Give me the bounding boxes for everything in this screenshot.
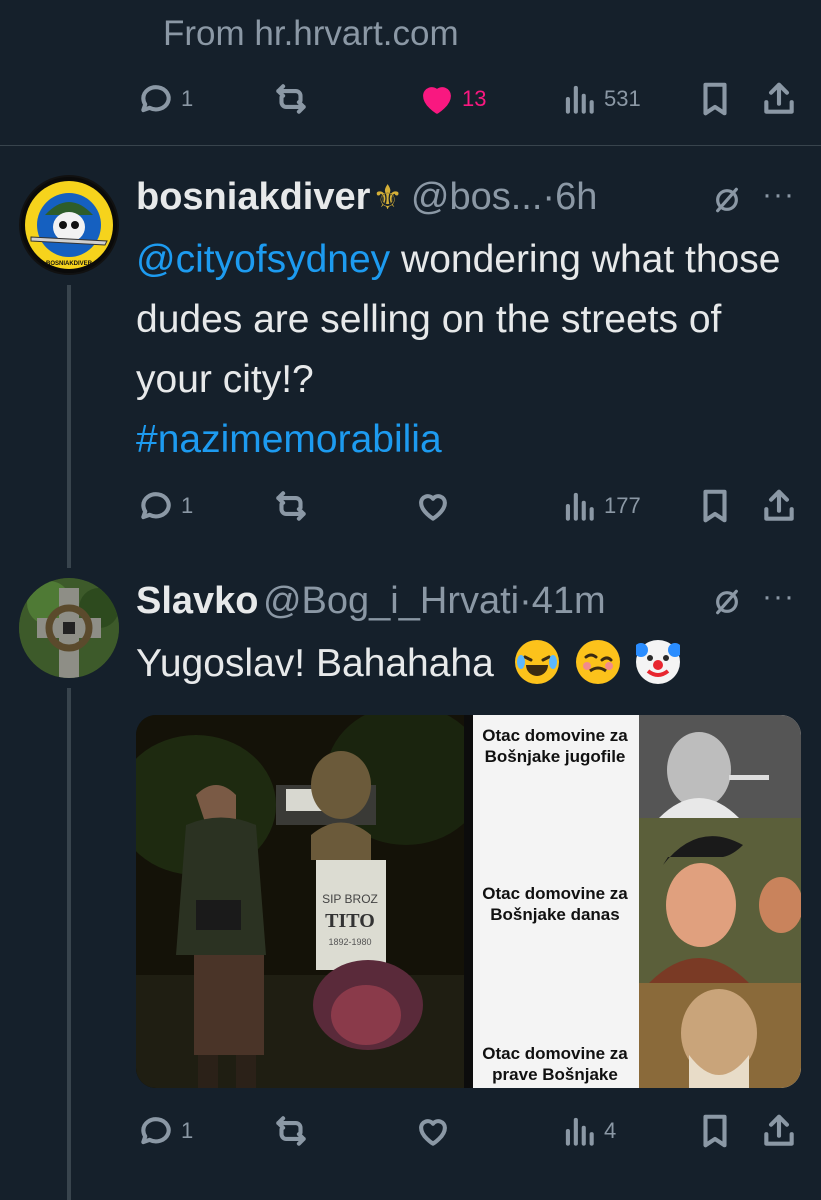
bookmark-icon bbox=[703, 489, 727, 523]
reply-button[interactable]: 1 bbox=[137, 80, 193, 118]
mention-link[interactable]: @cityofsydney bbox=[136, 238, 390, 281]
share-icon bbox=[764, 1114, 794, 1146]
bosniakdiver-avatar[interactable]: BOSNIAKDIVER bbox=[19, 175, 119, 275]
views-icon bbox=[565, 85, 594, 114]
retweet-button[interactable] bbox=[272, 1112, 310, 1150]
tweet2-action-bar: 1 4 bbox=[0, 1112, 821, 1156]
tweet1-text: @cityofsydney wondering what those dudes… bbox=[136, 230, 786, 470]
bookmark-button[interactable] bbox=[696, 487, 734, 525]
share-button[interactable] bbox=[760, 487, 798, 525]
reply-icon bbox=[141, 85, 171, 113]
share-icon bbox=[764, 489, 794, 521]
plaque-line2: TITO bbox=[325, 910, 375, 932]
tweet2-header: Slavko @Bog_i_Hrvati·41m bbox=[136, 580, 606, 623]
grok-icon[interactable] bbox=[711, 184, 743, 221]
bookmark-icon bbox=[703, 1114, 727, 1148]
views-icon bbox=[565, 1117, 594, 1146]
share-icon bbox=[764, 82, 794, 114]
more-options-icon[interactable]: ··· bbox=[762, 580, 795, 614]
like-button[interactable] bbox=[414, 487, 452, 525]
plaque-line3: 1892-1980 bbox=[328, 937, 371, 947]
memorial-cross-icon bbox=[19, 578, 119, 678]
like-count: 13 bbox=[462, 86, 487, 111]
retweet-icon bbox=[276, 491, 306, 521]
heart-icon bbox=[419, 494, 447, 521]
reply-button[interactable]: 1 bbox=[137, 1112, 193, 1150]
views-button[interactable]: 177 bbox=[560, 487, 641, 525]
reply-count: 1 bbox=[181, 1118, 194, 1143]
laughing-emoji-icon bbox=[514, 640, 559, 684]
handle-and-time[interactable]: @bos...·6h bbox=[411, 176, 597, 218]
like-button[interactable]: 13 bbox=[418, 80, 486, 118]
like-button[interactable] bbox=[414, 1112, 452, 1150]
tweet-divider bbox=[0, 145, 821, 146]
bookmark-icon bbox=[703, 82, 727, 116]
bookmark-button[interactable] bbox=[696, 1112, 734, 1150]
skull-logo-icon: BOSNIAKDIVER bbox=[21, 177, 117, 273]
top-tweet-action-bar: 1 13 531 bbox=[0, 80, 821, 124]
retweet-button[interactable] bbox=[272, 487, 310, 525]
heart-filled-icon bbox=[423, 87, 451, 114]
tweet1-action-bar: 1 177 bbox=[0, 487, 821, 531]
slavko-avatar[interactable] bbox=[19, 578, 119, 678]
heart-icon bbox=[419, 1119, 447, 1146]
view-count: 4 bbox=[604, 1118, 617, 1143]
svg-text:BOSNIAKDIVER: BOSNIAKDIVER bbox=[46, 261, 93, 267]
display-name[interactable]: Slavko bbox=[136, 580, 259, 622]
reply-count: 1 bbox=[181, 493, 194, 518]
grok-icon[interactable] bbox=[711, 586, 743, 623]
reply-button[interactable]: 1 bbox=[137, 487, 193, 525]
plaque-line1: SIP BROZ bbox=[322, 892, 378, 906]
meme-caption: Otac domovine za prave Bošnjake bbox=[482, 1044, 628, 1084]
meme-panel: Otac domovine za Bošnjake jugofile Otac … bbox=[473, 715, 801, 1088]
bookmark-button[interactable] bbox=[696, 80, 734, 118]
meme-caption: Otac domovine za Bošnjake jugofile bbox=[482, 726, 628, 766]
views-button[interactable]: 4 bbox=[560, 1112, 616, 1150]
meme-caption: Otac domovine za Bošnjake danas bbox=[482, 884, 628, 924]
view-count: 531 bbox=[604, 86, 641, 111]
more-options-icon[interactable]: ··· bbox=[762, 178, 795, 212]
retweet-icon bbox=[276, 1116, 306, 1146]
tweet-media-image[interactable]: SIP BROZ TITO 1892-1980 Otac domovine za… bbox=[136, 715, 801, 1088]
fleur-de-lis-icon: ⚜ bbox=[372, 179, 403, 217]
night-photo-memorial: SIP BROZ TITO 1892-1980 bbox=[136, 715, 464, 1088]
reply-count: 1 bbox=[181, 86, 194, 111]
share-button[interactable] bbox=[760, 80, 798, 118]
tweet-source-label: From hr.hrvart.com bbox=[163, 14, 459, 53]
hashtag-link[interactable]: #nazimemorabilia bbox=[136, 418, 442, 461]
tweet2-body: Yugoslav! Bahahaha bbox=[136, 642, 494, 685]
views-icon bbox=[565, 492, 594, 521]
reply-icon bbox=[141, 492, 171, 520]
clown-face-emoji-icon bbox=[634, 640, 683, 684]
meme-portraits bbox=[639, 715, 801, 1088]
retweet-icon bbox=[276, 84, 306, 114]
tweet1-header: bosniakdiver⚜ @bos...·6h bbox=[136, 176, 597, 219]
retweet-button[interactable] bbox=[272, 80, 310, 118]
share-button[interactable] bbox=[760, 1112, 798, 1150]
reply-icon bbox=[141, 1117, 171, 1145]
views-button[interactable]: 531 bbox=[560, 80, 641, 118]
woozy-face-emoji-icon bbox=[575, 640, 620, 684]
view-count: 177 bbox=[604, 493, 641, 518]
handle-and-time[interactable]: @Bog_i_Hrvati·41m bbox=[263, 580, 606, 622]
tweet2-text: Yugoslav! Bahahaha bbox=[136, 634, 683, 694]
display-name[interactable]: bosniakdiver bbox=[136, 176, 370, 218]
